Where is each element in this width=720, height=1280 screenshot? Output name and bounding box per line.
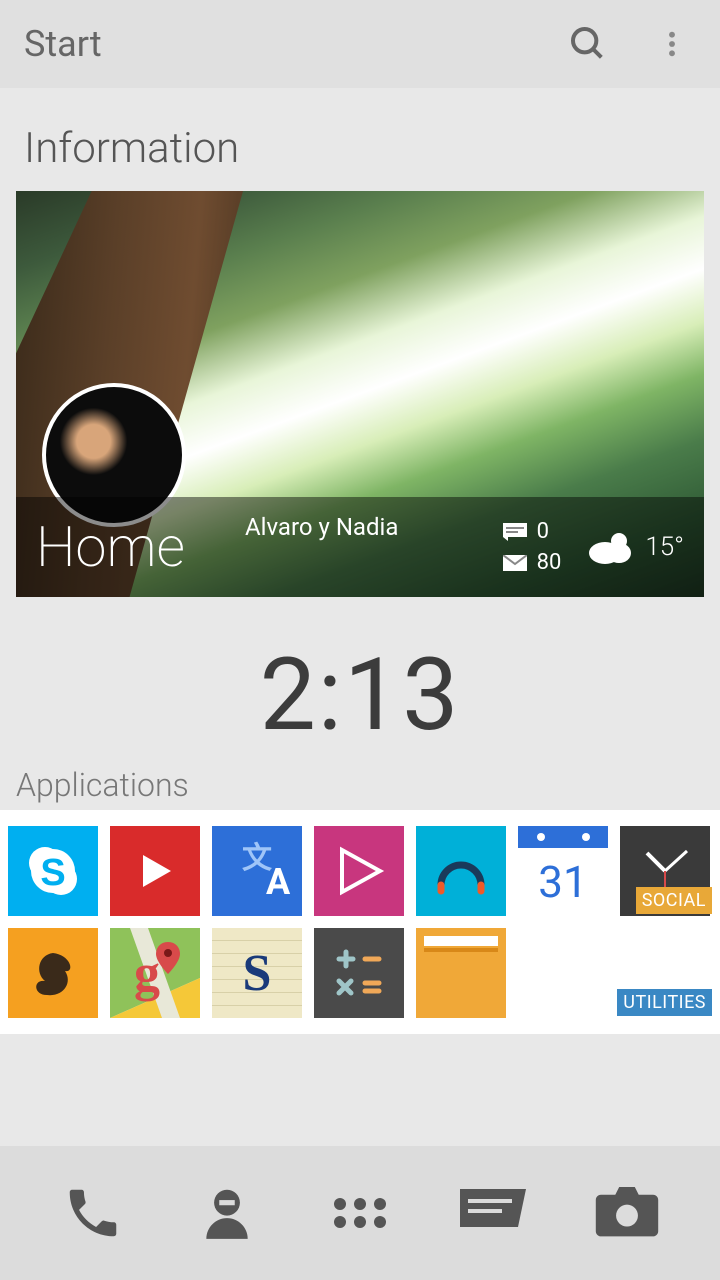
mail-icon <box>503 555 527 571</box>
temperature: 15° <box>645 532 684 562</box>
app-files[interactable] <box>416 928 506 1018</box>
dock-apps-grid[interactable] <box>320 1173 400 1253</box>
dock <box>0 1146 720 1280</box>
info-overlay: Home Alvaro y Nadia 0 80 15° <box>16 497 704 597</box>
mail-count-value: 80 <box>537 550 562 575</box>
apps-panel: S 文A 31 g S SOCIAL UTILITIES <box>0 810 720 1034</box>
sms-icon <box>503 523 527 541</box>
sms-count: 0 <box>503 519 562 544</box>
calendar-day: 31 <box>538 848 587 916</box>
badge-utilities[interactable]: UTILITIES <box>617 989 712 1016</box>
calendar-header <box>518 826 608 848</box>
owner-name: Alvaro y Nadia <box>245 513 503 541</box>
app-music[interactable] <box>416 826 506 916</box>
section-applications-title: Applications <box>0 766 720 810</box>
search-icon[interactable] <box>564 20 612 68</box>
more-vertical-icon[interactable] <box>648 20 696 68</box>
app-translate[interactable]: 文A <box>212 826 302 916</box>
clock: 2:13 <box>0 597 720 766</box>
app-skype[interactable]: S <box>8 826 98 916</box>
dock-messages[interactable] <box>453 1173 533 1253</box>
dock-camera[interactable] <box>587 1173 667 1253</box>
svg-text:S: S <box>40 852 65 894</box>
weather: 15° <box>585 527 684 567</box>
topbar-title: Start <box>24 23 102 65</box>
app-calculator[interactable] <box>314 928 404 1018</box>
info-card[interactable]: Home Alvaro y Nadia 0 80 15° <box>16 191 704 597</box>
mail-count: 80 <box>503 550 562 575</box>
app-notes[interactable]: S <box>212 928 302 1018</box>
badge-social[interactable]: SOCIAL <box>636 887 712 914</box>
cloud-sun-icon <box>585 527 635 567</box>
dock-phone[interactable] <box>53 1173 133 1253</box>
dock-contacts[interactable] <box>187 1173 267 1253</box>
sms-count-value: 0 <box>537 519 549 544</box>
app-youtube[interactable] <box>110 826 200 916</box>
app-soundhound[interactable] <box>8 928 98 1018</box>
app-calendar[interactable]: 31 <box>518 826 608 916</box>
info-stats: 0 80 <box>503 519 562 575</box>
app-play-store[interactable] <box>314 826 404 916</box>
topbar: Start <box>0 0 720 88</box>
app-maps[interactable]: g <box>110 928 200 1018</box>
section-information-title: Information <box>0 88 720 191</box>
home-label: Home <box>36 514 185 580</box>
svg-text:A: A <box>266 861 291 903</box>
notes-letter: S <box>243 944 272 1003</box>
